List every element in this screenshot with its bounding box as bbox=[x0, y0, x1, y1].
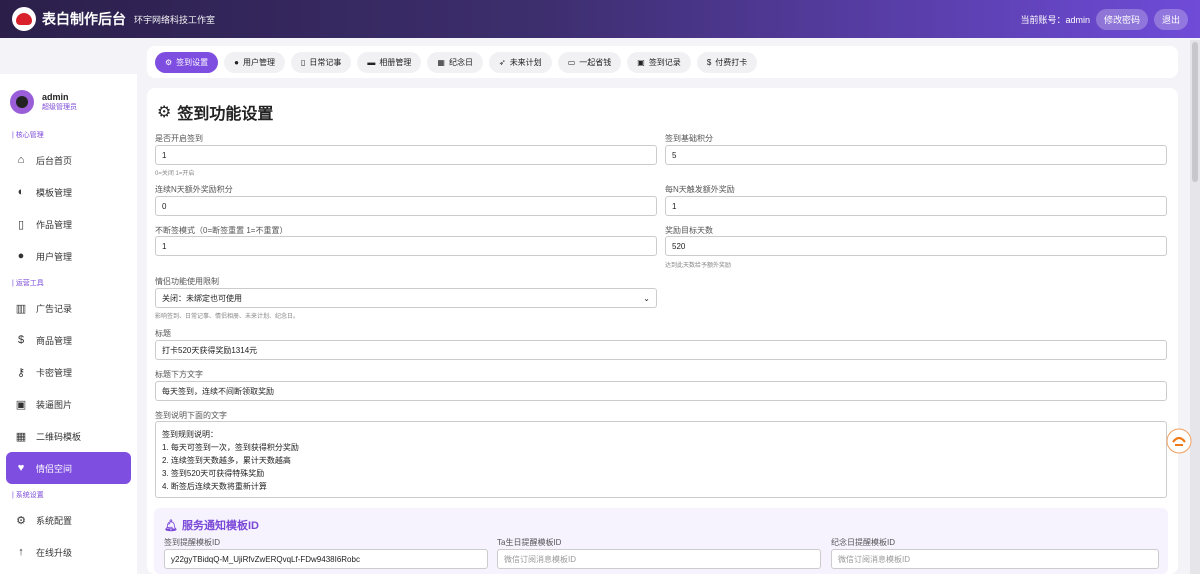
tab-future-plan[interactable]: ➶ 未来计划 bbox=[488, 51, 552, 73]
sidebar-item-users[interactable]: ● 用户管理 bbox=[0, 240, 137, 272]
sidebar-item-templates[interactable]: ◐ 模板管理 bbox=[0, 176, 137, 208]
document-icon: ▯ bbox=[17, 218, 25, 231]
palette-icon: ◐ bbox=[17, 186, 25, 198]
couple-limit-hint: 影响签到、日常记事、情侣相册、未来计划、纪念日。 bbox=[155, 314, 300, 320]
sidebar-section-title: | 核心管理 bbox=[12, 132, 44, 139]
page-title: ⚙ 签到功能设置 bbox=[157, 104, 274, 123]
image-icon: ▣ bbox=[15, 398, 27, 411]
upgrade-icon: ↑ bbox=[18, 546, 24, 558]
money-bag-icon: $ bbox=[17, 334, 25, 346]
sub-text-label: 标题下方文字 bbox=[155, 370, 203, 379]
target-days-label: 奖励目标天数 bbox=[665, 226, 713, 235]
sidebar-item-couple-space[interactable]: ♥ 情侣空间 bbox=[6, 452, 131, 484]
user-name: admin bbox=[42, 92, 69, 102]
qrcode-icon: ▦ bbox=[15, 430, 27, 443]
notice-title: 🔔︎ 服务通知模板ID bbox=[164, 519, 259, 533]
sidebar-section-title: | 系统设置 bbox=[12, 492, 44, 499]
tab-user-management[interactable]: ● 用户管理 bbox=[224, 51, 286, 73]
couple-limit-label: 情侣功能使用限制 bbox=[155, 277, 219, 286]
desc-textarea[interactable]: 签到规则说明： 1. 每天可签到一次，签到获得积分奖励 2. 连续签到天数越多，… bbox=[155, 421, 1167, 498]
brand-logo-icon bbox=[12, 7, 36, 31]
note-icon: ▯ bbox=[301, 57, 306, 67]
avatar bbox=[10, 90, 34, 114]
current-account: 当前账号：admin bbox=[1020, 14, 1090, 25]
tab-checkin-records[interactable]: ▣ 签到记录 bbox=[627, 51, 691, 73]
tab-album[interactable]: ▬ 相册管理 bbox=[357, 51, 422, 73]
desc-label: 签到说明下面的文字 bbox=[155, 411, 227, 420]
album-icon: ▬ bbox=[367, 57, 376, 67]
couple-limit-select[interactable]: 关闭：未绑定也可使用 ⌄ bbox=[155, 288, 657, 308]
streak-points-input[interactable]: 0 bbox=[155, 196, 657, 216]
every-n-label: 每N天触发额外奖励 bbox=[665, 185, 735, 194]
money-bag-icon: $ bbox=[706, 57, 712, 67]
base-points-label: 签到基础积分 bbox=[665, 134, 713, 143]
mode-input[interactable]: 1 bbox=[155, 236, 657, 256]
card-icon: ▭ bbox=[567, 57, 576, 67]
enable-label: 是否开启签到 bbox=[155, 134, 203, 143]
tab-paid-checkin[interactable]: $ 付费打卡 bbox=[696, 51, 758, 73]
notice-template-section: 🔔︎ 服务通知模板ID 签到提醒模板ID y22gyTBidqQ-M_UjiRfv… bbox=[154, 508, 1168, 574]
notice-birthday-label: Ta生日提醒模板ID bbox=[497, 538, 562, 547]
mode-label: 不断签模式（0=断签重置 1=不重置） bbox=[155, 226, 288, 235]
assistant-widget-icon[interactable] bbox=[1166, 428, 1192, 454]
user-role: 超级管理员 bbox=[42, 104, 77, 111]
change-password-button[interactable]: 修改密码 bbox=[1095, 8, 1148, 30]
base-points-input[interactable]: 5 bbox=[665, 145, 1167, 165]
sidebar-item-upgrade[interactable]: ↑ 在线升级 bbox=[0, 536, 137, 568]
logout-button[interactable]: 退出 bbox=[1153, 8, 1188, 30]
scrollbar-thumb[interactable] bbox=[1192, 42, 1198, 182]
sidebar-item-works[interactable]: ▯ 作品管理 bbox=[0, 208, 137, 240]
calendar-icon: ▦ bbox=[437, 57, 445, 67]
notice-anniversary-label: 纪念日提醒模板ID bbox=[831, 538, 895, 547]
sidebar-item-products[interactable]: $ 商品管理 bbox=[0, 324, 137, 356]
notice-birthday-input[interactable]: 微信订阅消息模板ID bbox=[497, 549, 821, 569]
brand-title: 表白制作后台 bbox=[42, 11, 126, 27]
top-bar: 表白制作后台 环宇网络科技工作室 当前账号：admin 修改密码 退出 bbox=[0, 0, 1200, 38]
tab-checkin-settings[interactable]: ⚙ 签到设置 bbox=[155, 51, 219, 73]
sidebar-item-home[interactable]: ⌂ 后台首页 bbox=[0, 144, 137, 176]
gear-icon: ⚙ bbox=[165, 57, 173, 67]
user-profile: admin 超级管理员 bbox=[0, 74, 137, 124]
house-icon: ⌂ bbox=[17, 154, 25, 166]
sidebar-item-qrcode[interactable]: ▦ 二维码模板 bbox=[0, 420, 137, 452]
key-icon: ⚷ bbox=[16, 366, 26, 379]
user-icon: ● bbox=[234, 57, 240, 67]
sidebar: admin 超级管理员 | 核心管理 ⌂ 后台首页 ◐ 模板管理 ▯ 作品管理 ● 用户… bbox=[0, 74, 137, 574]
sidebar-item-ads[interactable]: ▥ 广告记录 bbox=[0, 292, 137, 324]
sidebar-item-config[interactable]: ⚙ 系统配置 bbox=[0, 504, 137, 536]
gear-icon: ⚙ bbox=[157, 104, 172, 121]
user-icon: ● bbox=[17, 250, 25, 262]
sidebar-item-images[interactable]: ▣ 装逼图片 bbox=[0, 388, 137, 420]
tab-anniversary[interactable]: ▦ 纪念日 bbox=[427, 51, 483, 73]
sidebar-section-title: | 运营工具 bbox=[12, 280, 44, 287]
streak-points-label: 连续N天额外奖励积分 bbox=[155, 185, 233, 194]
rocket-icon: ➶ bbox=[498, 57, 506, 67]
bar-chart-icon: ▥ bbox=[15, 302, 27, 315]
notice-checkin-input[interactable]: y22gyTBidqQ-M_UjiRfvZwERQvqLf-FDw9438I6R… bbox=[164, 549, 488, 569]
notice-anniversary-input[interactable]: 微信订阅消息模板ID bbox=[831, 549, 1159, 569]
every-n-input[interactable]: 1 bbox=[665, 196, 1167, 216]
calendar-check-icon: ▣ bbox=[637, 57, 645, 67]
enable-hint: 0=关闭 1=开启 bbox=[155, 171, 195, 177]
bell-icon: 🔔︎ bbox=[164, 519, 178, 532]
tab-bar: ⚙ 签到设置 ● 用户管理 ▯ 日常记事 ▬ 相册管理 ▦ 纪念日 ➶ 未来计划 ▭ 一起省钱… bbox=[147, 46, 1178, 78]
target-days-input[interactable]: 520 bbox=[665, 236, 1167, 256]
tab-save-money[interactable]: ▭ 一起省钱 bbox=[557, 51, 622, 73]
target-days-hint: 达到此天数给予额外奖励 bbox=[665, 263, 732, 269]
settings-panel: ⚙ 签到功能设置 是否开启签到 1 0=关闭 1=开启 签到基础积分 5 连续N天… bbox=[147, 88, 1178, 574]
brand-subtitle: 环宇网络科技工作室 bbox=[134, 14, 216, 25]
sidebar-item-cards[interactable]: ⚷ 卡密管理 bbox=[0, 356, 137, 388]
lips-icon: ♥ bbox=[17, 462, 25, 474]
gear-icon: ⚙ bbox=[16, 514, 26, 527]
enable-input[interactable]: 1 bbox=[155, 145, 657, 165]
chevron-down-icon: ⌄ bbox=[643, 294, 650, 303]
sub-text-input[interactable]: 每天签到，连续不间断领取奖励 bbox=[155, 381, 1167, 401]
headline-label: 标题 bbox=[155, 329, 171, 338]
notice-checkin-label: 签到提醒模板ID bbox=[164, 538, 220, 547]
tab-daily-notes[interactable]: ▯ 日常记事 bbox=[291, 51, 352, 73]
headline-input[interactable]: 打卡520天获得奖励1314元 bbox=[155, 340, 1167, 360]
